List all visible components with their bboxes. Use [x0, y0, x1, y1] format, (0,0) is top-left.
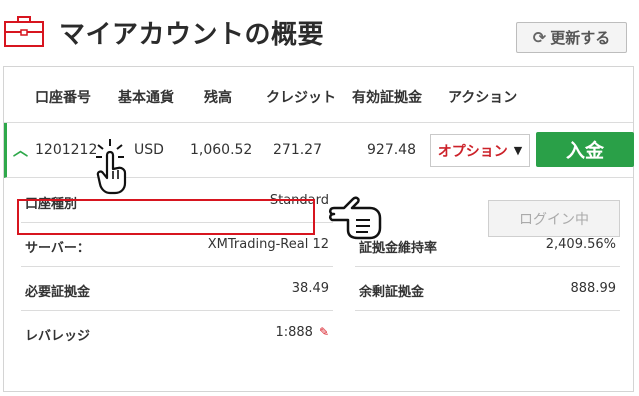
page-title: マイアカウントの概要 [59, 20, 325, 50]
pencil-icon[interactable]: ✎ [319, 325, 329, 339]
col-action: アクション [448, 90, 518, 106]
refresh-icon: ⟳ [532, 28, 547, 47]
col-account-number: 口座番号 [35, 90, 91, 106]
refresh-label: 更新する [550, 29, 611, 47]
leverage-value-wrap: 1:888 ✎ [275, 325, 329, 340]
credit: 271.27 [273, 142, 322, 158]
briefcase-icon [4, 16, 44, 47]
equity: 927.48 [367, 142, 416, 158]
deposit-button[interactable]: 入金 [536, 132, 634, 167]
pointing-hand-icon [329, 196, 382, 240]
col-balance: 残高 [204, 90, 232, 106]
click-hand-icon [96, 139, 127, 195]
margin-label: 必要証拠金 [25, 285, 91, 300]
free-margin-row: 余剰証拠金 888.99 [355, 267, 620, 311]
col-base-currency: 基本通貨 [118, 90, 174, 106]
server-label: サーバー： [25, 241, 90, 256]
margin-level-value: 2,409.56% [545, 237, 616, 252]
account-number: 1201212 [35, 142, 98, 158]
leverage-label: レバレッジ [25, 329, 91, 344]
table-header: 口座番号 基本通貨 残高 クレジット 有効証拠金 アクション [4, 67, 633, 123]
margin-row: 必要証拠金 38.49 [21, 267, 333, 311]
chevron-up-icon[interactable]: ︿ [13, 139, 28, 160]
leverage-row: レバレッジ 1:888 ✎ [21, 311, 333, 355]
leverage-value: 1:888 [275, 325, 313, 340]
currency: USD [134, 142, 164, 158]
options-label: オプション [437, 143, 508, 160]
server-value: XMTrading-Real 12 [207, 237, 329, 252]
balance: 1,060.52 [190, 142, 253, 158]
login-button[interactable]: ログイン中 [488, 200, 620, 237]
col-equity: 有効証拠金 [352, 90, 422, 106]
free-margin-value: 888.99 [570, 281, 617, 296]
highlight-box [17, 199, 315, 235]
options-dropdown[interactable]: オプション ▼ [430, 134, 530, 167]
col-credit: クレジット [266, 90, 336, 106]
refresh-button[interactable]: ⟳ 更新する [516, 22, 627, 53]
caret-down-icon: ▼ [513, 144, 523, 157]
page-header: マイアカウントの概要 ⟳ 更新する [0, 0, 639, 66]
margin-value: 38.49 [291, 281, 329, 296]
free-margin-label: 余剰証拠金 [359, 285, 425, 300]
